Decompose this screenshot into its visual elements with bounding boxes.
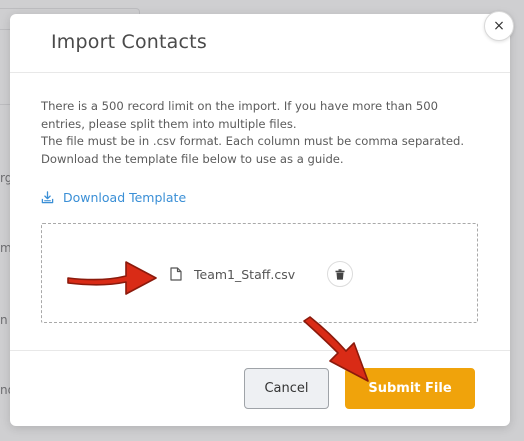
download-template-link[interactable]: Download Template [41, 190, 186, 205]
modal-body: There is a 500 record limit on the impor… [10, 73, 510, 350]
instruction-line: The file must be in .csv format. Each co… [41, 134, 465, 148]
file-name: Team1_Staff.csv [194, 266, 296, 282]
file-icon [170, 267, 182, 281]
background-text: n [0, 313, 8, 327]
submit-file-button[interactable]: Submit File [345, 368, 475, 409]
download-icon [41, 191, 54, 204]
file-dropzone[interactable]: Team1_Staff.csv [41, 223, 478, 323]
uploaded-file: Team1_Staff.csv [170, 261, 353, 287]
trash-icon [335, 268, 345, 280]
close-icon: × [493, 18, 505, 34]
modal-footer: Cancel Submit File [10, 350, 510, 426]
download-template-label: Download Template [63, 190, 187, 205]
background-divider [0, 104, 10, 105]
instruction-line: entries, please split them into multiple… [41, 116, 297, 131]
instruction-line: There is a 500 record limit on the impor… [41, 99, 439, 113]
instruction-line: Download the template file below to use … [41, 151, 344, 166]
close-button[interactable]: × [484, 11, 514, 41]
delete-file-button[interactable] [327, 261, 353, 287]
cancel-button[interactable]: Cancel [244, 368, 329, 409]
import-instructions: There is a 500 record limit on the impor… [41, 98, 481, 168]
modal-title: Import Contacts [51, 31, 207, 53]
modal-header: Import Contacts × [10, 11, 514, 73]
import-contacts-modal: Import Contacts × There is a 500 record … [10, 11, 514, 426]
